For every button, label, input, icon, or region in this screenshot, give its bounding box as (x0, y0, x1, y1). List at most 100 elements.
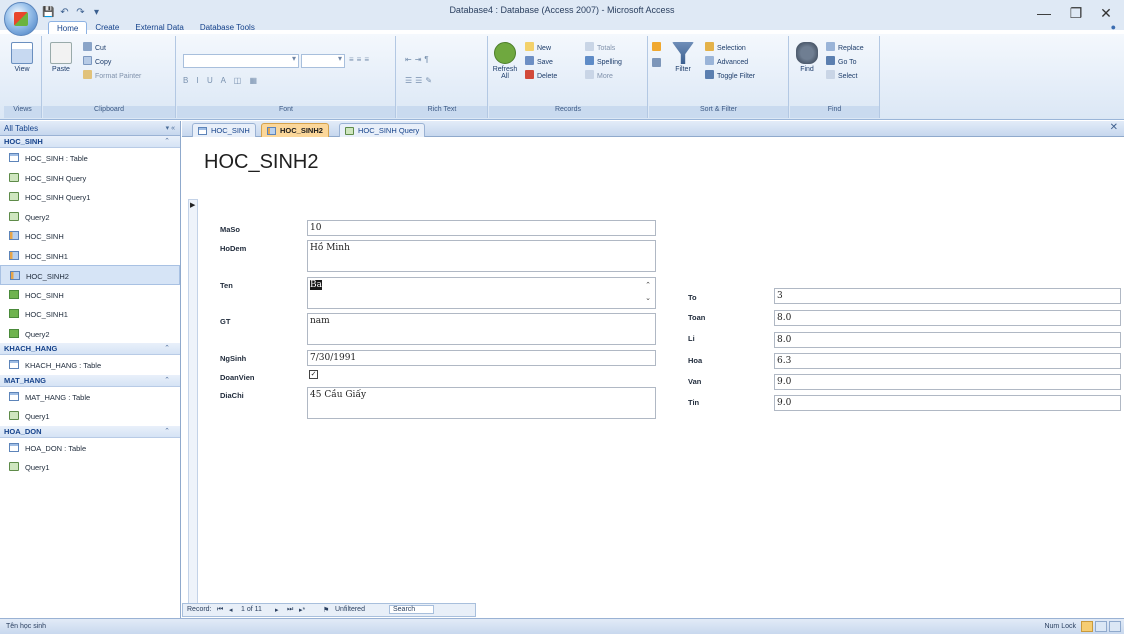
field-diachi[interactable]: 45 Cầu Giấy (307, 387, 656, 419)
design-view-icon[interactable] (1109, 621, 1121, 632)
field-gt[interactable]: nam (307, 313, 656, 345)
nav-item[interactable]: Query2 (0, 324, 180, 344)
binoculars-icon (796, 42, 818, 64)
sort-asc-button[interactable] (652, 42, 664, 55)
filter-status[interactable]: Unfiltered (335, 606, 365, 613)
nav-item[interactable]: Query1 (0, 457, 180, 477)
ribbon-tabs: Home Create External Data Database Tools (48, 21, 263, 35)
new-record-button[interactable]: New (525, 42, 551, 55)
record-search-input[interactable]: Search (389, 605, 435, 614)
collapse-chevron-icon[interactable]: ⌃ (164, 137, 170, 145)
selection-button[interactable]: Selection (705, 42, 746, 55)
field-toan[interactable]: 8.0 (774, 310, 1121, 326)
align-buttons[interactable]: ≡≡≡ (349, 55, 372, 64)
nav-item[interactable]: HOC_SINH : Table (0, 148, 180, 168)
nav-item[interactable]: KHACH_HANG : Table (0, 355, 180, 375)
group-rich-text: ⇤⇥¶ ☰☰✎ Rich Text (397, 36, 488, 118)
field-maso[interactable]: 10 (307, 220, 656, 236)
field-hodem[interactable]: Hồ Minh (307, 240, 656, 272)
field-li[interactable]: 8.0 (774, 332, 1121, 348)
new-blank-record-icon[interactable]: ▸* (299, 606, 305, 614)
record-position[interactable]: 1 of 11 (241, 606, 262, 613)
close-document-icon[interactable]: ✕ (1110, 122, 1118, 133)
indent-buttons[interactable]: ⇤⇥¶ (405, 55, 432, 64)
next-record-icon[interactable]: ▸ (275, 606, 279, 614)
form-view-icon[interactable] (1081, 621, 1093, 632)
totals-button[interactable]: Totals (585, 42, 615, 55)
nav-group-header[interactable]: MAT_HANG ⌃ (0, 374, 180, 387)
goto-button[interactable]: Go To (826, 56, 857, 69)
field-scroll-icon[interactable]: ⌃ ⌄ (644, 279, 652, 305)
toggle-filter-button[interactable]: Toggle Filter (705, 70, 755, 83)
nav-item[interactable]: HOC_SINH2 (0, 265, 180, 285)
tab-home[interactable]: Home (48, 21, 88, 35)
last-record-icon[interactable]: ⏭ (287, 606, 293, 614)
delete-record-button[interactable]: Delete (525, 70, 557, 83)
nav-item[interactable]: HOC_SINH (0, 285, 180, 305)
close-button[interactable]: ✕ (1090, 2, 1122, 24)
nav-item[interactable]: Query2 (0, 207, 180, 227)
checkbox-doanvien[interactable]: ✓ (309, 370, 318, 379)
form-icon (9, 289, 19, 299)
tab-external-data[interactable]: External Data (127, 21, 191, 35)
record-selector[interactable] (188, 199, 198, 609)
refresh-icon (494, 42, 516, 64)
nav-item[interactable]: Query1 (0, 406, 180, 426)
field-ten[interactable]: Ba ⌃ ⌄ (307, 277, 656, 309)
replace-button[interactable]: Replace (826, 42, 864, 55)
nav-item[interactable]: HOC_SINH Query (0, 168, 180, 188)
field-ngsinh[interactable]: 7/30/1991 (307, 350, 656, 366)
sort-desc-button[interactable] (652, 58, 664, 71)
doc-tab-hoc-sinh2[interactable]: HOC_SINH2 (261, 123, 329, 137)
list-buttons[interactable]: ☰☰✎ (405, 76, 435, 85)
refresh-all-button[interactable]: Refresh All (491, 42, 519, 80)
field-van[interactable]: 9.0 (774, 374, 1121, 390)
advanced-button[interactable]: Advanced (705, 56, 748, 69)
restore-button[interactable]: ❐ (1060, 2, 1092, 24)
field-tin[interactable]: 9.0 (774, 395, 1121, 411)
previous-record-icon[interactable]: ◂ (229, 606, 233, 614)
collapse-chevron-icon[interactable]: ⌃ (164, 427, 170, 435)
nav-item[interactable]: HOC_SINH1 (0, 246, 180, 266)
sort-desc-icon (652, 58, 661, 67)
nav-item[interactable]: HOA_DON : Table (0, 438, 180, 458)
nav-item[interactable]: HOC_SINH Query1 (0, 187, 180, 207)
paste-button[interactable]: Paste (47, 42, 75, 73)
spelling-button[interactable]: Spelling (585, 56, 622, 69)
doc-tab-hoc-sinh-query[interactable]: HOC_SINH Query (339, 123, 426, 137)
save-record-button[interactable]: Save (525, 56, 553, 69)
select-button[interactable]: Select (826, 70, 857, 83)
sigma-icon (585, 42, 594, 51)
font-format-buttons[interactable]: B I U A ◫ ▦ (183, 76, 260, 85)
minimize-button[interactable]: — (1028, 2, 1060, 24)
nav-item[interactable]: MAT_HANG : Table (0, 387, 180, 407)
tab-create[interactable]: Create (87, 21, 127, 35)
help-icon[interactable]: ● (1111, 22, 1116, 32)
more-button[interactable]: More (585, 70, 613, 83)
nav-pane-controls-icon[interactable]: ▾ « (166, 124, 175, 132)
field-to[interactable]: 3 (774, 288, 1121, 304)
first-record-icon[interactable]: ⏮ (217, 606, 223, 614)
format-painter-button[interactable]: Format Painter (83, 70, 141, 83)
datasheet-view-icon[interactable] (1095, 621, 1107, 632)
nav-item[interactable]: HOC_SINH (0, 226, 180, 246)
copy-button[interactable]: Copy (83, 56, 111, 69)
nav-group-header[interactable]: HOA_DON ⌃ (0, 425, 180, 438)
field-hoa[interactable]: 6.3 (774, 353, 1121, 369)
view-button[interactable]: View (8, 42, 36, 73)
nav-group-header[interactable]: HOC_SINH ⌃ (0, 136, 180, 148)
office-button[interactable] (4, 2, 38, 36)
font-name-combo[interactable] (183, 54, 299, 68)
collapse-chevron-icon[interactable]: ⌃ (164, 376, 170, 384)
font-size-combo[interactable] (301, 54, 345, 68)
nav-item[interactable]: HOC_SINH1 (0, 304, 180, 324)
find-button[interactable]: Find (793, 42, 821, 73)
nav-pane-header[interactable]: All Tables ▾ « (0, 121, 180, 136)
cut-button[interactable]: Cut (83, 42, 106, 55)
nav-group-header[interactable]: KHACH_HANG ⌃ (0, 343, 180, 355)
group-records: Refresh All New Save Delete Totals Spell… (489, 36, 648, 118)
tab-database-tools[interactable]: Database Tools (192, 21, 263, 35)
doc-tab-hoc-sinh[interactable]: HOC_SINH (192, 123, 256, 137)
collapse-chevron-icon[interactable]: ⌃ (164, 344, 170, 352)
filter-button[interactable]: Filter (669, 42, 697, 73)
